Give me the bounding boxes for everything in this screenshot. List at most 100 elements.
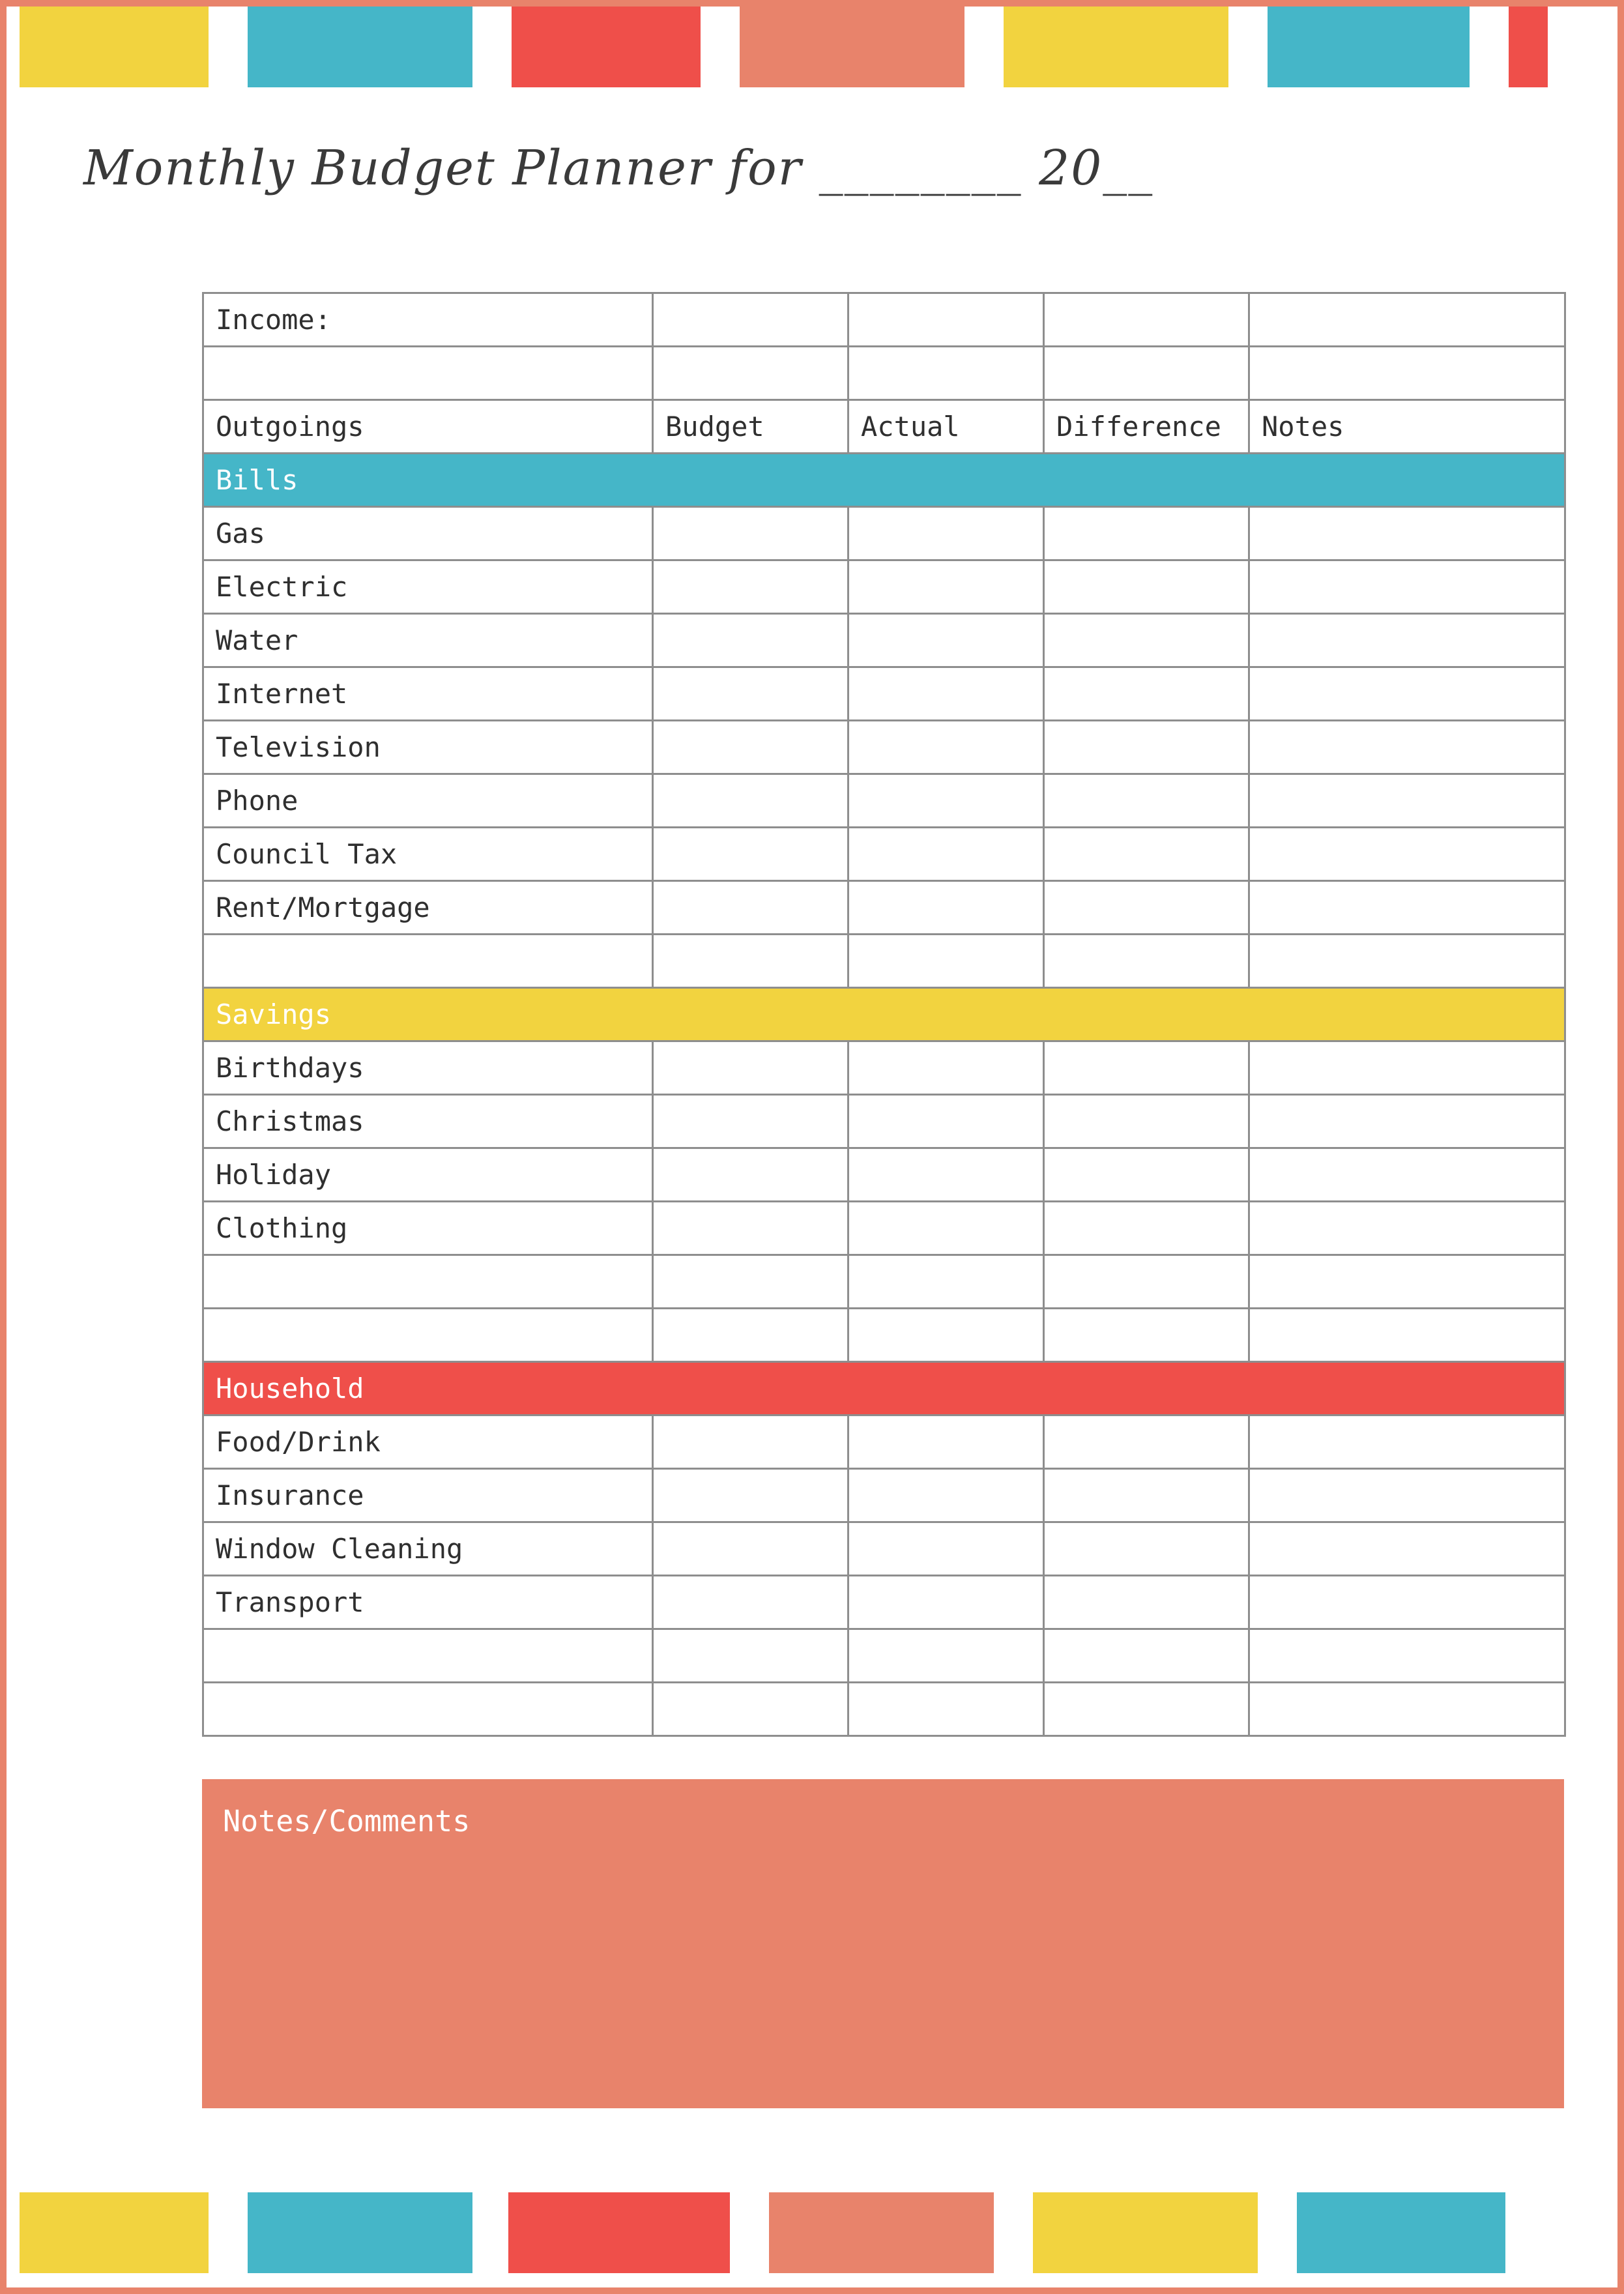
budget-cell[interactable] [652, 773, 849, 828]
difference-cell[interactable] [1043, 1628, 1250, 1683]
label-cell[interactable]: Birthdays [202, 1040, 654, 1096]
label-cell[interactable] [202, 1628, 654, 1683]
budget-cell[interactable] [652, 1575, 849, 1630]
budget-cell[interactable] [652, 506, 849, 561]
income-actual-cell[interactable] [847, 292, 1045, 347]
budget-cell[interactable] [652, 1040, 849, 1096]
actual-cell[interactable] [847, 1200, 1045, 1256]
actual-cell[interactable] [847, 1040, 1045, 1096]
notes-cell[interactable] [1248, 1307, 1566, 1363]
difference-cell[interactable] [1043, 1094, 1250, 1149]
difference-cell[interactable] [1043, 933, 1250, 989]
difference-cell[interactable] [1043, 1681, 1250, 1737]
label-cell[interactable] [202, 1307, 654, 1363]
label-cell[interactable] [202, 1254, 654, 1309]
label-cell[interactable] [202, 933, 654, 989]
difference-cell[interactable] [1043, 719, 1250, 775]
difference-cell[interactable] [1043, 1307, 1250, 1363]
notes-cell[interactable] [1248, 826, 1566, 882]
budget-cell[interactable] [652, 666, 849, 721]
actual-cell[interactable] [847, 1307, 1045, 1363]
actual-cell[interactable] [847, 666, 1045, 721]
notes-cell[interactable] [1248, 1575, 1566, 1630]
label-cell[interactable]: Television [202, 719, 654, 775]
notes-cell[interactable] [1248, 345, 1566, 401]
label-cell[interactable]: Clothing [202, 1200, 654, 1256]
difference-cell[interactable] [1043, 666, 1250, 721]
actual-cell[interactable] [847, 933, 1045, 989]
notes-cell[interactable] [1248, 1200, 1566, 1256]
difference-cell[interactable] [1043, 1200, 1250, 1256]
difference-cell[interactable] [1043, 773, 1250, 828]
label-cell[interactable]: Electric [202, 559, 654, 615]
actual-cell[interactable] [847, 613, 1045, 668]
label-cell[interactable]: Council Tax [202, 826, 654, 882]
budget-cell[interactable] [652, 1468, 849, 1523]
notes-cell[interactable] [1248, 773, 1566, 828]
income-difference-cell[interactable] [1043, 292, 1250, 347]
budget-cell[interactable] [652, 1521, 849, 1576]
label-cell[interactable]: Phone [202, 773, 654, 828]
budget-cell[interactable] [652, 345, 849, 401]
difference-cell[interactable] [1043, 559, 1250, 615]
budget-cell[interactable] [652, 1414, 849, 1470]
difference-cell[interactable] [1043, 1468, 1250, 1523]
actual-cell[interactable] [847, 1521, 1045, 1576]
actual-cell[interactable] [847, 1254, 1045, 1309]
difference-cell[interactable] [1043, 1521, 1250, 1576]
actual-cell[interactable] [847, 880, 1045, 935]
actual-cell[interactable] [847, 1094, 1045, 1149]
actual-cell[interactable] [847, 506, 1045, 561]
difference-cell[interactable] [1043, 345, 1250, 401]
notes-cell[interactable] [1248, 933, 1566, 989]
income-budget-cell[interactable] [652, 292, 849, 347]
budget-cell[interactable] [652, 559, 849, 615]
actual-cell[interactable] [847, 1628, 1045, 1683]
difference-cell[interactable] [1043, 1414, 1250, 1470]
label-cell[interactable]: Water [202, 613, 654, 668]
notes-cell[interactable] [1248, 1147, 1566, 1202]
notes-cell[interactable] [1248, 1681, 1566, 1737]
label-cell[interactable]: Holiday [202, 1147, 654, 1202]
actual-cell[interactable] [847, 719, 1045, 775]
label-cell[interactable]: Window Cleaning [202, 1521, 654, 1576]
notes-cell[interactable] [1248, 1040, 1566, 1096]
notes-cell[interactable] [1248, 1628, 1566, 1683]
budget-cell[interactable] [652, 1681, 849, 1737]
actual-cell[interactable] [847, 559, 1045, 615]
difference-cell[interactable] [1043, 506, 1250, 561]
label-cell[interactable]: Christmas [202, 1094, 654, 1149]
actual-cell[interactable] [847, 1575, 1045, 1630]
actual-cell[interactable] [847, 826, 1045, 882]
label-cell[interactable]: Food/Drink [202, 1414, 654, 1470]
actual-cell[interactable] [847, 1681, 1045, 1737]
budget-cell[interactable] [652, 1200, 849, 1256]
difference-cell[interactable] [1043, 1254, 1250, 1309]
label-cell[interactable] [202, 1681, 654, 1737]
label-cell[interactable]: Insurance [202, 1468, 654, 1523]
difference-cell[interactable] [1043, 1147, 1250, 1202]
budget-cell[interactable] [652, 1147, 849, 1202]
label-cell[interactable]: Internet [202, 666, 654, 721]
notes-cell[interactable] [1248, 1521, 1566, 1576]
notes-cell[interactable] [1248, 1414, 1566, 1470]
notes-cell[interactable] [1248, 1468, 1566, 1523]
notes-cell[interactable] [1248, 506, 1566, 561]
difference-cell[interactable] [1043, 880, 1250, 935]
budget-cell[interactable] [652, 933, 849, 989]
notes-comments-box[interactable]: Notes/Comments [202, 1779, 1564, 2108]
label-cell[interactable]: Gas [202, 506, 654, 561]
notes-cell[interactable] [1248, 613, 1566, 668]
income-label[interactable]: Income: [202, 292, 654, 347]
difference-cell[interactable] [1043, 1575, 1250, 1630]
notes-cell[interactable] [1248, 559, 1566, 615]
budget-cell[interactable] [652, 1307, 849, 1363]
actual-cell[interactable] [847, 1414, 1045, 1470]
actual-cell[interactable] [847, 1147, 1045, 1202]
budget-cell[interactable] [652, 1628, 849, 1683]
notes-cell[interactable] [1248, 880, 1566, 935]
budget-cell[interactable] [652, 826, 849, 882]
notes-cell[interactable] [1248, 666, 1566, 721]
actual-cell[interactable] [847, 773, 1045, 828]
difference-cell[interactable] [1043, 826, 1250, 882]
